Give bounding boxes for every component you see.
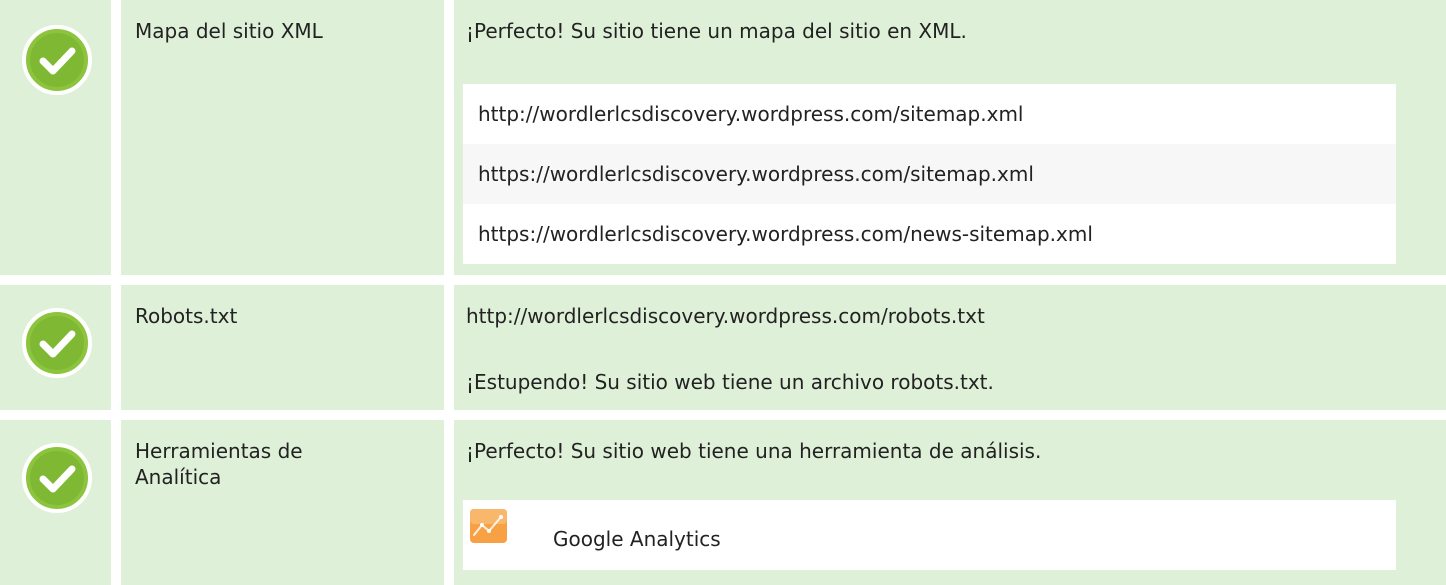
google-analytics-icon bbox=[470, 509, 507, 543]
robots-url[interactable]: http://wordlerlcsdiscovery.wordpress.com… bbox=[466, 303, 985, 329]
seo-results-table: Mapa del sitio XML ¡Perfecto! Su sitio t… bbox=[0, 0, 1446, 585]
row-label: Robots.txt bbox=[121, 285, 444, 410]
row-content: ¡Perfecto! Su sitio tiene un mapa del si… bbox=[454, 0, 1446, 275]
row-label-line: Herramientas de bbox=[135, 439, 303, 463]
analytics-tool-item: Google Analytics bbox=[463, 500, 1396, 570]
check-circle-icon bbox=[22, 443, 92, 513]
analytics-tool-name: Google Analytics bbox=[553, 527, 721, 551]
sitemap-list: http://wordlerlcsdiscovery.wordpress.com… bbox=[463, 84, 1396, 264]
list-item[interactable]: https://wordlerlcsdiscovery.wordpress.co… bbox=[463, 204, 1396, 264]
status-cell bbox=[0, 420, 111, 585]
row-content: http://wordlerlcsdiscovery.wordpress.com… bbox=[454, 285, 1446, 410]
result-message: ¡Perfecto! Su sitio web tiene una herram… bbox=[466, 439, 1042, 463]
check-circle-icon bbox=[22, 25, 92, 95]
status-cell bbox=[0, 285, 111, 410]
list-item[interactable]: https://wordlerlcsdiscovery.wordpress.co… bbox=[463, 144, 1396, 204]
row-label-line: Analítica bbox=[135, 465, 222, 489]
row-label: Herramientas de Analítica bbox=[121, 420, 444, 585]
row-analytics: Herramientas de Analítica ¡Perfecto! Su … bbox=[0, 420, 1446, 585]
row-content: ¡Perfecto! Su sitio web tiene una herram… bbox=[454, 420, 1446, 585]
result-message: ¡Perfecto! Su sitio tiene un mapa del si… bbox=[466, 19, 967, 43]
list-item[interactable]: http://wordlerlcsdiscovery.wordpress.com… bbox=[463, 84, 1396, 144]
row-xml-sitemap: Mapa del sitio XML ¡Perfecto! Su sitio t… bbox=[0, 0, 1446, 275]
row-robots-txt: Robots.txt http://wordlerlcsdiscovery.wo… bbox=[0, 285, 1446, 410]
row-label: Mapa del sitio XML bbox=[121, 0, 444, 275]
status-cell bbox=[0, 0, 111, 275]
check-circle-icon bbox=[22, 308, 92, 378]
result-message: ¡Estupendo! Su sitio web tiene un archiv… bbox=[466, 370, 994, 394]
